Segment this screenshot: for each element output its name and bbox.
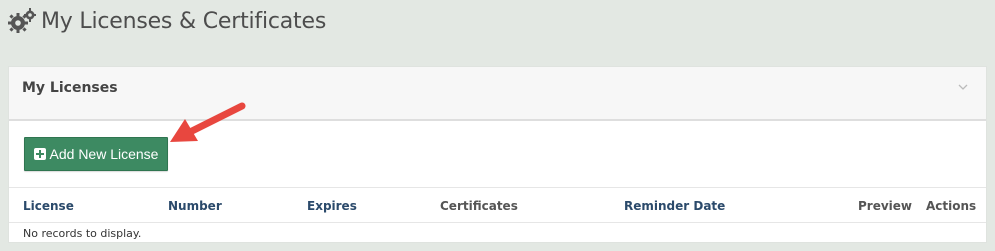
page-title: My Licenses & Certificates [41, 8, 327, 34]
column-header-reminder-date[interactable]: Reminder Date [624, 199, 725, 213]
licenses-panel: My Licenses Add New License License Numb… [8, 66, 987, 243]
page-header: My Licenses & Certificates [8, 6, 326, 36]
empty-table-message: No records to display. [23, 227, 142, 240]
table-header: License Number Expires Certificates Remi… [9, 187, 986, 223]
column-header-preview: Preview [858, 199, 913, 213]
plus-square-icon [33, 148, 46, 160]
column-header-actions: Actions [926, 199, 977, 213]
add-new-license-label: Add New License [49, 146, 159, 162]
add-new-license-button[interactable]: Add New License [24, 137, 168, 171]
column-header-number[interactable]: Number [168, 199, 222, 213]
column-header-expires[interactable]: Expires [307, 199, 357, 213]
column-header-certificates: Certificates [440, 199, 518, 213]
column-header-license[interactable]: License [23, 199, 74, 213]
chevron-down-icon[interactable] [956, 81, 970, 93]
panel-title: My Licenses [22, 80, 118, 96]
annotation-arrow-icon [170, 102, 246, 142]
gears-icon [8, 8, 36, 33]
panel-heading: My Licenses [9, 67, 986, 121]
